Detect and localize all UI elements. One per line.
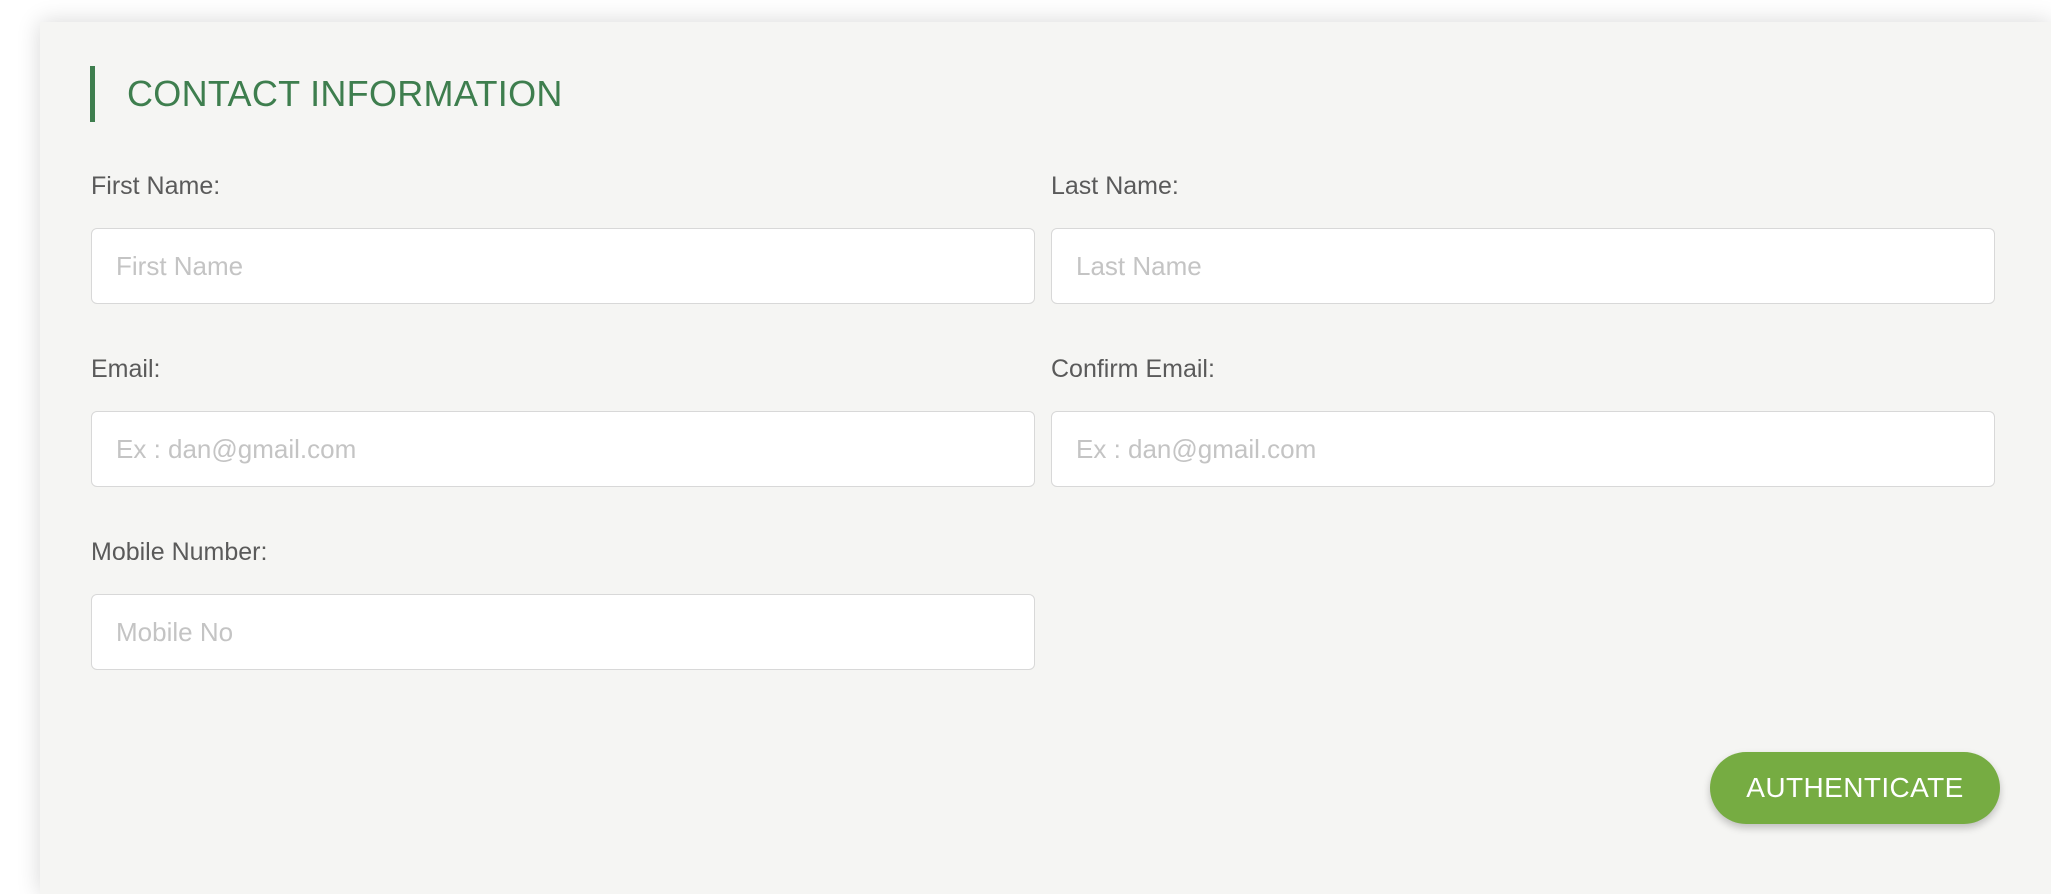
- confirm-email-input[interactable]: [1051, 411, 1995, 487]
- email-input[interactable]: [91, 411, 1035, 487]
- last-name-label: Last Name:: [1051, 172, 1179, 200]
- mobile-number-label: Mobile Number:: [91, 538, 268, 566]
- authenticate-button[interactable]: AUTHENTICATE: [1710, 752, 2000, 824]
- email-label: Email:: [91, 355, 161, 383]
- section-header: CONTACT INFORMATION: [90, 66, 563, 122]
- title-accent-bar: [90, 66, 95, 122]
- mobile-number-input[interactable]: [91, 594, 1035, 670]
- section-title: CONTACT INFORMATION: [127, 73, 563, 114]
- last-name-input[interactable]: [1051, 228, 1995, 304]
- contact-information-card: CONTACT INFORMATION First Name: Last Nam…: [40, 22, 2051, 894]
- first-name-input[interactable]: [91, 228, 1035, 304]
- confirm-email-label: Confirm Email:: [1051, 355, 1215, 383]
- first-name-label: First Name:: [91, 172, 221, 200]
